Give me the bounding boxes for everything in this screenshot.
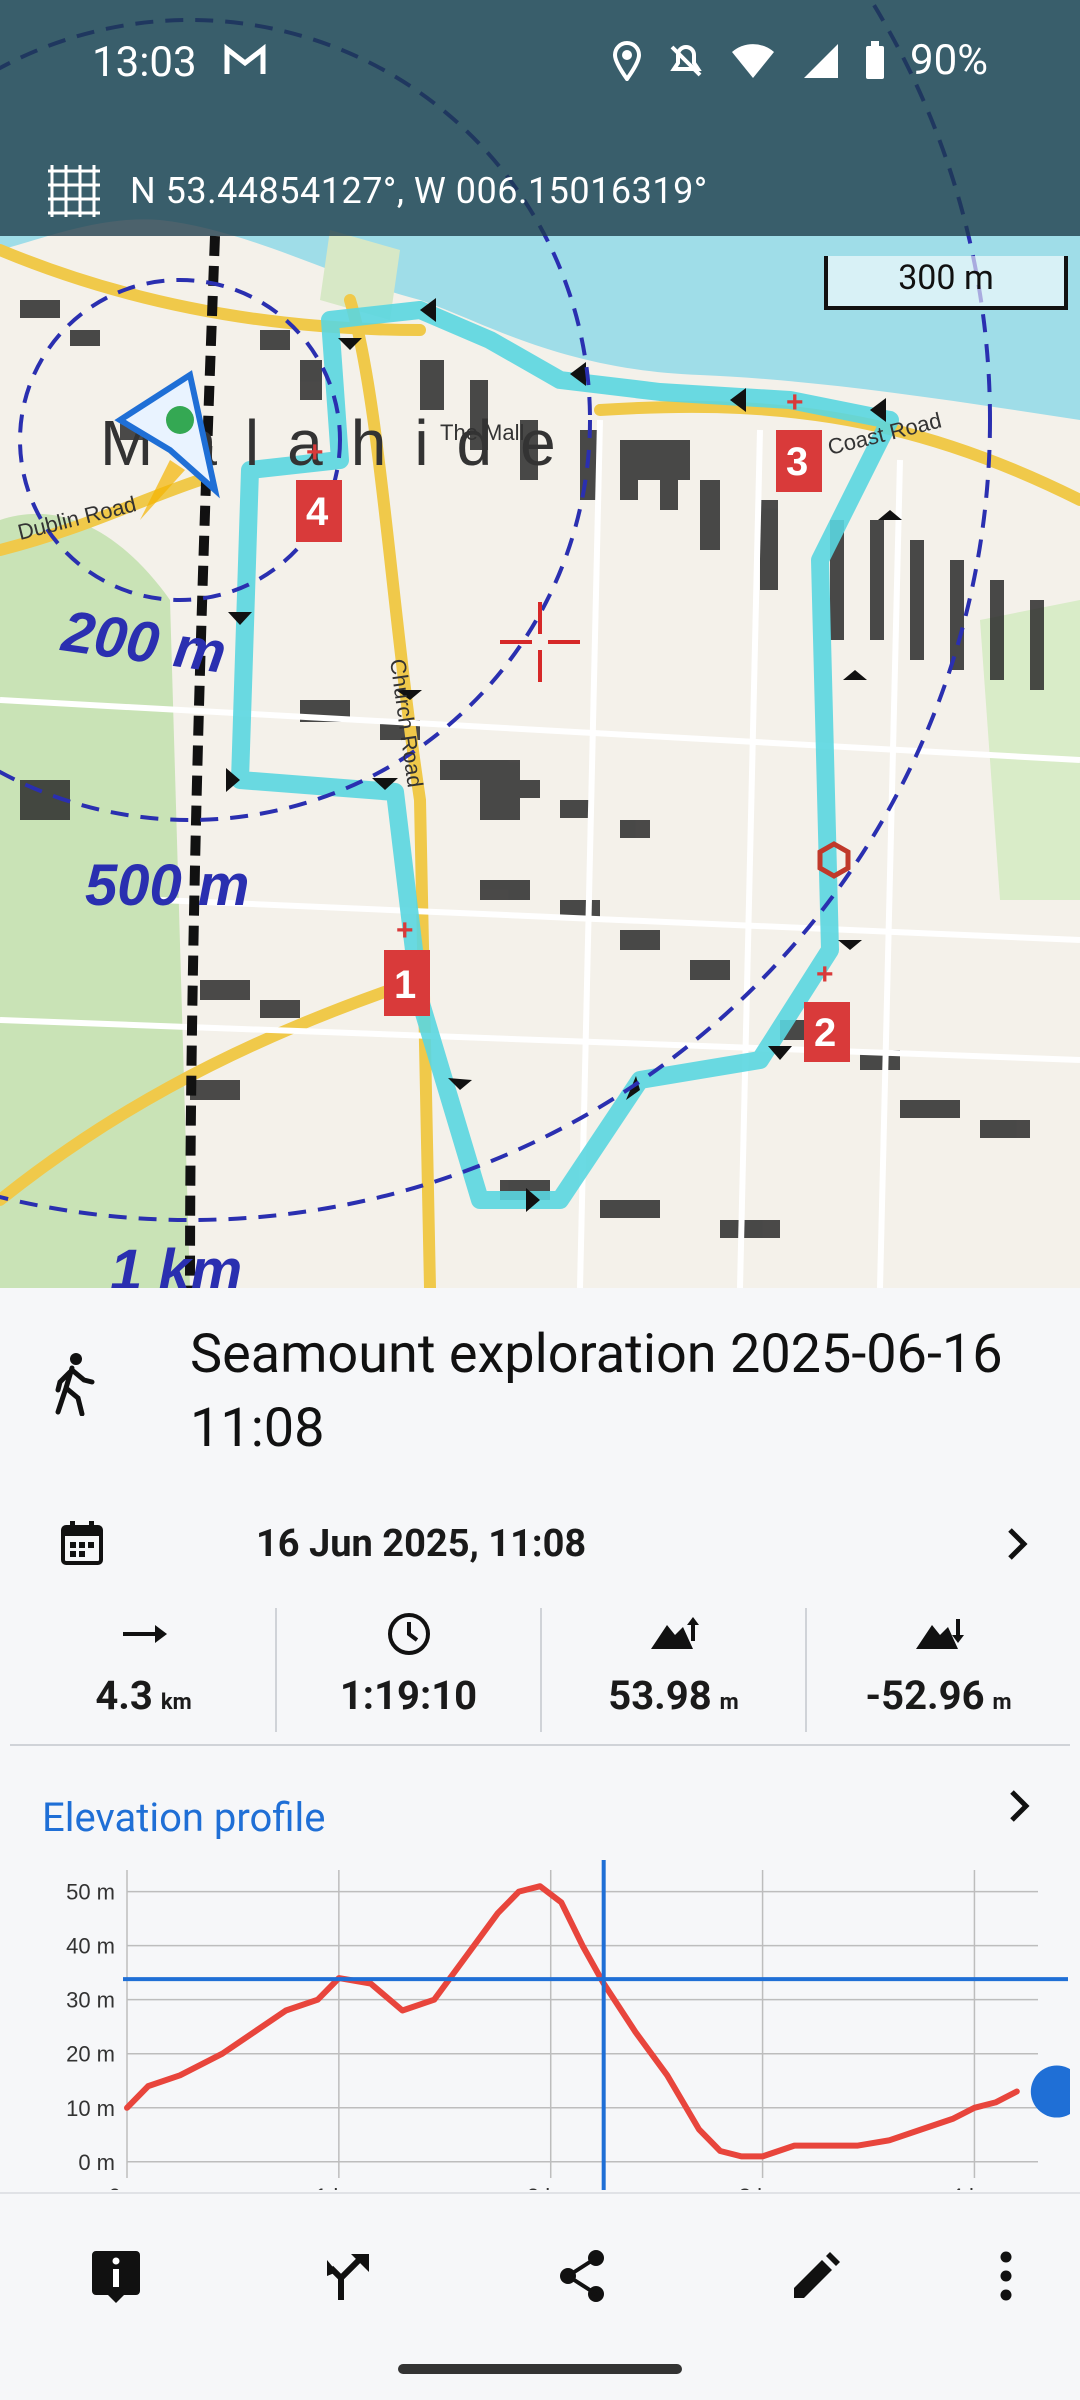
location-icon (613, 40, 642, 81)
y-tick-label: 0 m (78, 2150, 115, 2175)
info-icon (92, 2251, 140, 2303)
svg-text:3: 3 (786, 440, 808, 484)
elevation-series-line (124, 1883, 1020, 2160)
edit-button[interactable] (776, 2236, 856, 2316)
divider (10, 1744, 1070, 1746)
scale-label: 300 m (898, 258, 994, 298)
status-time: 13:03 (92, 38, 197, 87)
info-button[interactable] (76, 2236, 156, 2316)
descent-icon (915, 1619, 964, 1649)
svg-text:4: 4 (306, 490, 329, 534)
elevation-chart[interactable]: 0 m 1 km 2 km 3 km 4 km 50 m 40 m 30 m 20 m 10 m 0… (30, 1860, 1070, 2190)
gmail-icon (224, 43, 266, 80)
more-button[interactable] (966, 2236, 1046, 2316)
stat-descent: -52.96 m (807, 1608, 1070, 1732)
edit-icon (794, 2252, 840, 2298)
stat-value: 4.3 (95, 1672, 153, 1719)
clock-icon (387, 1613, 430, 1655)
ascent-icon (650, 1617, 699, 1649)
y-tick-label: 10 m (66, 2096, 115, 2121)
ring-label-500: 500 m (85, 853, 249, 918)
status-bar: 13:03 90% N 53.44854127°, W 006.15016319… (0, 0, 1080, 236)
mute-icon (670, 44, 702, 76)
x-tick-label: 1 km (315, 2184, 363, 2190)
stat-duration: 1:19:10 (277, 1608, 542, 1732)
stat-value: 1:19:10 (339, 1672, 478, 1719)
svg-text:+: + (396, 914, 414, 947)
x-tick-label: 4 km (951, 2184, 999, 2190)
x-tick-label: 0 m (109, 2184, 146, 2190)
scale-bar: 300 m (824, 256, 1068, 310)
stat-unit: km (160, 1690, 192, 1715)
stat-value: -52.96 (865, 1672, 985, 1719)
svg-text:+: + (786, 386, 804, 419)
battery-icon (866, 40, 885, 79)
coordinate-bar[interactable]: N 53.44854127°, W 006.15016319° (0, 146, 1080, 236)
elevation-profile-title[interactable]: Elevation profile (42, 1794, 325, 1841)
wifi-icon (732, 43, 775, 78)
home-indicator[interactable] (398, 2364, 682, 2374)
ring-label-1km: 1 km (110, 1238, 242, 1288)
stat-unit: m (719, 1690, 739, 1715)
share-button[interactable] (542, 2236, 622, 2316)
share-icon (560, 2250, 604, 2302)
svg-text:+: + (816, 958, 834, 991)
end-position-marker (1030, 2065, 1070, 2118)
route-icon (327, 2254, 369, 2300)
track-date-row[interactable]: 16 Jun 2025, 11:08 (0, 1494, 1080, 1594)
calendar-icon (61, 1521, 103, 1565)
x-tick-label: 3 km (739, 2184, 787, 2190)
map-view[interactable]: 200 m 500 m 1 km Malahide The Mall Coast… (0, 0, 1080, 1288)
crosshair-icon (500, 602, 580, 682)
y-tick-label: 20 m (66, 2042, 115, 2067)
stat-distance: 4.3 km (12, 1608, 277, 1732)
stat-ascent: 53.98 m (542, 1608, 807, 1732)
stat-value: 53.98 (608, 1672, 712, 1719)
y-tick-label: 50 m (66, 1880, 115, 1905)
y-tick-label: 40 m (66, 1934, 115, 1959)
svg-text:2: 2 (814, 1011, 836, 1055)
grid-icon[interactable] (46, 163, 102, 219)
walking-icon (55, 1353, 95, 1416)
chevron-right-icon[interactable] (1006, 1786, 1034, 1826)
track-title: Seamount exploration 2025-06-16 11:08 (190, 1323, 1003, 1460)
status-icons: 90% (612, 36, 988, 85)
chevron-right-icon[interactable] (1004, 1524, 1032, 1564)
battery-percent: 90% (910, 36, 988, 85)
street-label: The Mall (440, 420, 524, 445)
track-date: 16 Jun 2025, 11:08 (256, 1522, 587, 1566)
coordinate-text: N 53.44854127°, W 006.15016319° (130, 170, 708, 212)
distance-icon (122, 1625, 167, 1643)
svg-text:1: 1 (394, 963, 416, 1007)
x-tick-label: 2 km (527, 2184, 575, 2190)
track-stats: 4.3 km 1:19:10 53.98 m -52.96 m (12, 1608, 1070, 1732)
y-tick-label: 30 m (66, 1988, 115, 2013)
svg-text:+: + (306, 436, 324, 469)
more-vertical-icon (1000, 2251, 1012, 2301)
signal-icon (804, 43, 839, 78)
route-button[interactable] (310, 2236, 390, 2316)
stat-unit: m (992, 1690, 1012, 1715)
